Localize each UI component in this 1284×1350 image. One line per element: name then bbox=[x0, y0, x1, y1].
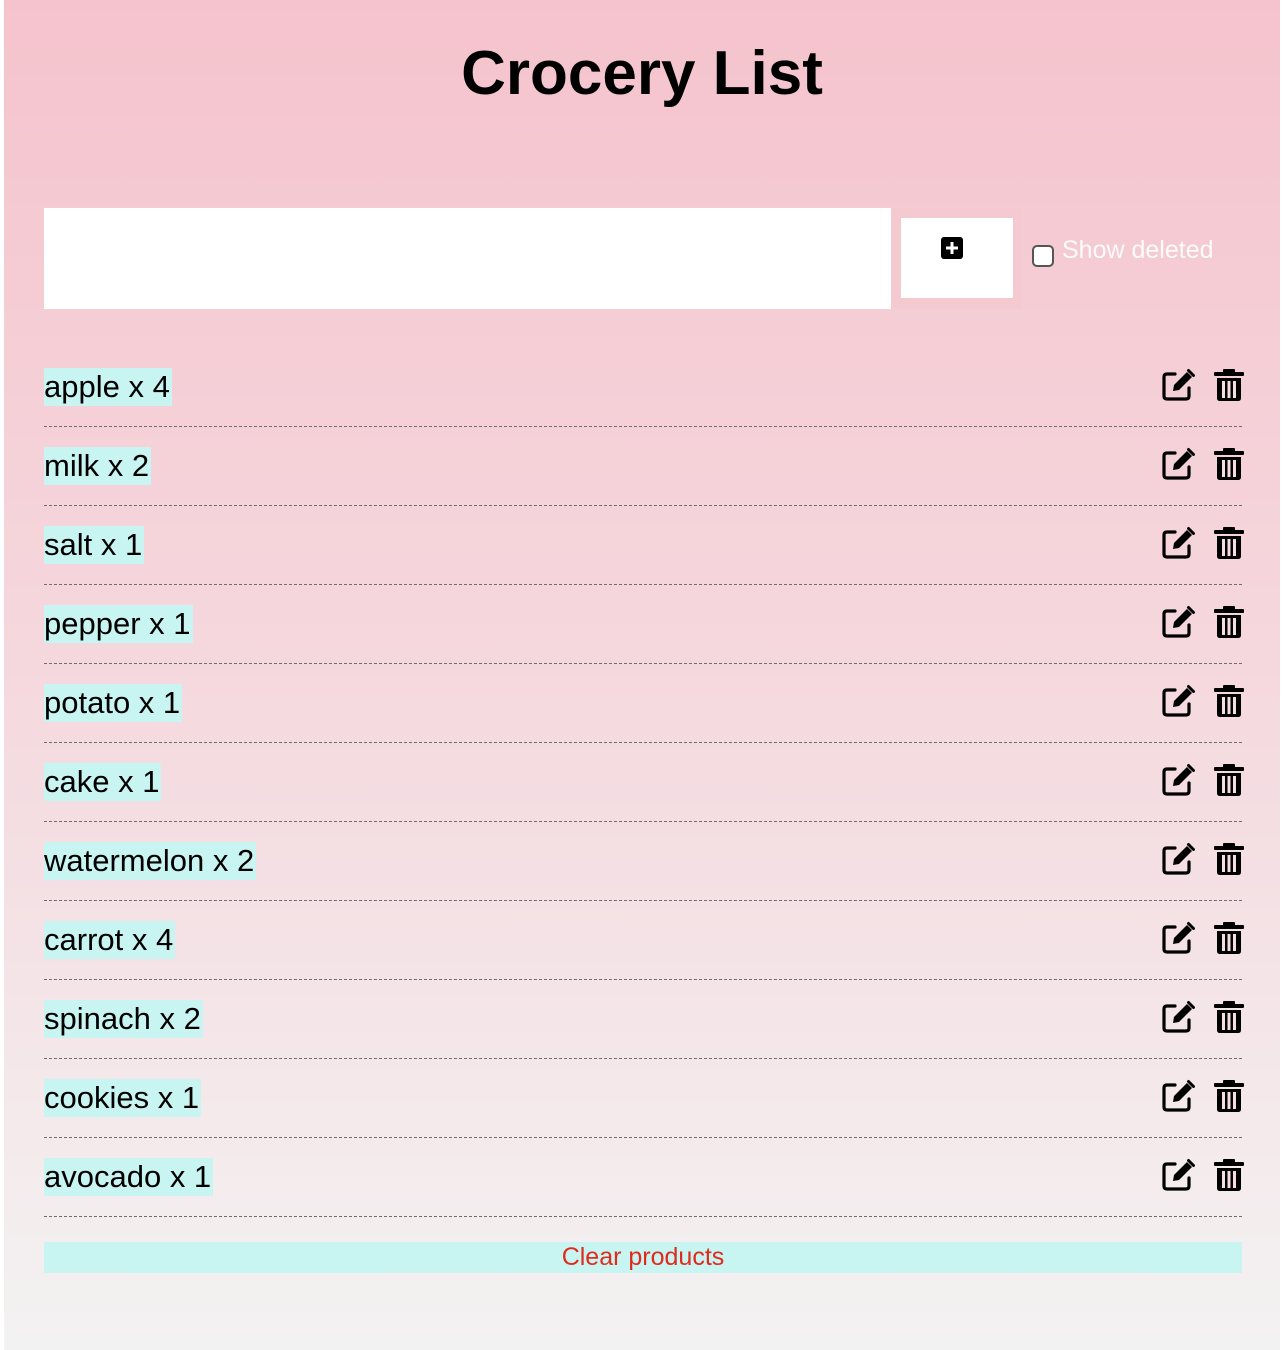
item-label: milk x 2 bbox=[44, 447, 152, 485]
edit-icon[interactable] bbox=[1161, 526, 1195, 560]
edit-icon[interactable] bbox=[1161, 763, 1195, 797]
item-label: carrot x 4 bbox=[44, 921, 176, 959]
trash-icon[interactable] bbox=[1212, 368, 1246, 402]
trash-icon[interactable] bbox=[1212, 1079, 1246, 1113]
page-title: Crocery List bbox=[461, 39, 823, 108]
item-label: apple x 4 bbox=[44, 368, 172, 406]
list-item: cookies x 1 bbox=[44, 1059, 1244, 1138]
clear-products-button[interactable]: Clear products bbox=[44, 1242, 1242, 1273]
add-button[interactable] bbox=[901, 218, 1013, 298]
trash-icon[interactable] bbox=[1212, 1158, 1246, 1192]
item-label: salt x 1 bbox=[44, 526, 145, 564]
item-label: spinach x 2 bbox=[44, 1000, 203, 1038]
list-item: apple x 4 bbox=[44, 348, 1244, 427]
trash-icon[interactable] bbox=[1212, 605, 1246, 639]
trash-icon[interactable] bbox=[1212, 1000, 1246, 1034]
item-label: watermelon x 2 bbox=[44, 842, 257, 880]
trash-icon[interactable] bbox=[1212, 447, 1246, 481]
edit-icon[interactable] bbox=[1161, 921, 1195, 955]
list-item: carrot x 4 bbox=[44, 901, 1244, 980]
list-item: avocado x 1 bbox=[44, 1138, 1244, 1217]
show-deleted-label: Show deleted bbox=[1062, 236, 1214, 264]
item-label: pepper x 1 bbox=[44, 605, 193, 643]
list-item: cake x 1 bbox=[44, 743, 1244, 822]
list-item: potato x 1 bbox=[44, 664, 1244, 743]
edit-icon[interactable] bbox=[1161, 368, 1195, 402]
show-deleted-toggle[interactable]: Show deleted bbox=[1032, 236, 1214, 272]
list-item: milk x 2 bbox=[44, 427, 1244, 506]
app-page: Crocery List Show deleted apple x 4 milk… bbox=[4, 0, 1280, 1350]
trash-icon[interactable] bbox=[1212, 526, 1246, 560]
item-label: cake x 1 bbox=[44, 763, 162, 801]
list-item: spinach x 2 bbox=[44, 980, 1244, 1059]
item-label: potato x 1 bbox=[44, 684, 183, 722]
item-label: cookies x 1 bbox=[44, 1079, 202, 1117]
list-item: watermelon x 2 bbox=[44, 822, 1244, 901]
item-input[interactable] bbox=[44, 208, 891, 309]
plus-square-icon bbox=[941, 237, 963, 259]
trash-icon[interactable] bbox=[1212, 842, 1246, 876]
trash-icon[interactable] bbox=[1212, 921, 1246, 955]
edit-icon[interactable] bbox=[1161, 1000, 1195, 1034]
edit-icon[interactable] bbox=[1161, 684, 1195, 718]
grocery-list: apple x 4 milk x 2 salt x 1 pepper x 1 p… bbox=[44, 348, 1244, 1217]
show-deleted-checkbox[interactable] bbox=[1032, 245, 1054, 267]
add-item-form: Show deleted bbox=[44, 208, 1244, 309]
list-item: pepper x 1 bbox=[44, 585, 1244, 664]
item-label: avocado x 1 bbox=[44, 1158, 214, 1196]
edit-icon[interactable] bbox=[1161, 842, 1195, 876]
trash-icon[interactable] bbox=[1212, 684, 1246, 718]
trash-icon[interactable] bbox=[1212, 763, 1246, 797]
edit-icon[interactable] bbox=[1161, 605, 1195, 639]
edit-icon[interactable] bbox=[1161, 1079, 1195, 1113]
list-item: salt x 1 bbox=[44, 506, 1244, 585]
edit-icon[interactable] bbox=[1161, 1158, 1195, 1192]
edit-icon[interactable] bbox=[1161, 447, 1195, 481]
add-button-wrapper bbox=[891, 208, 1022, 309]
